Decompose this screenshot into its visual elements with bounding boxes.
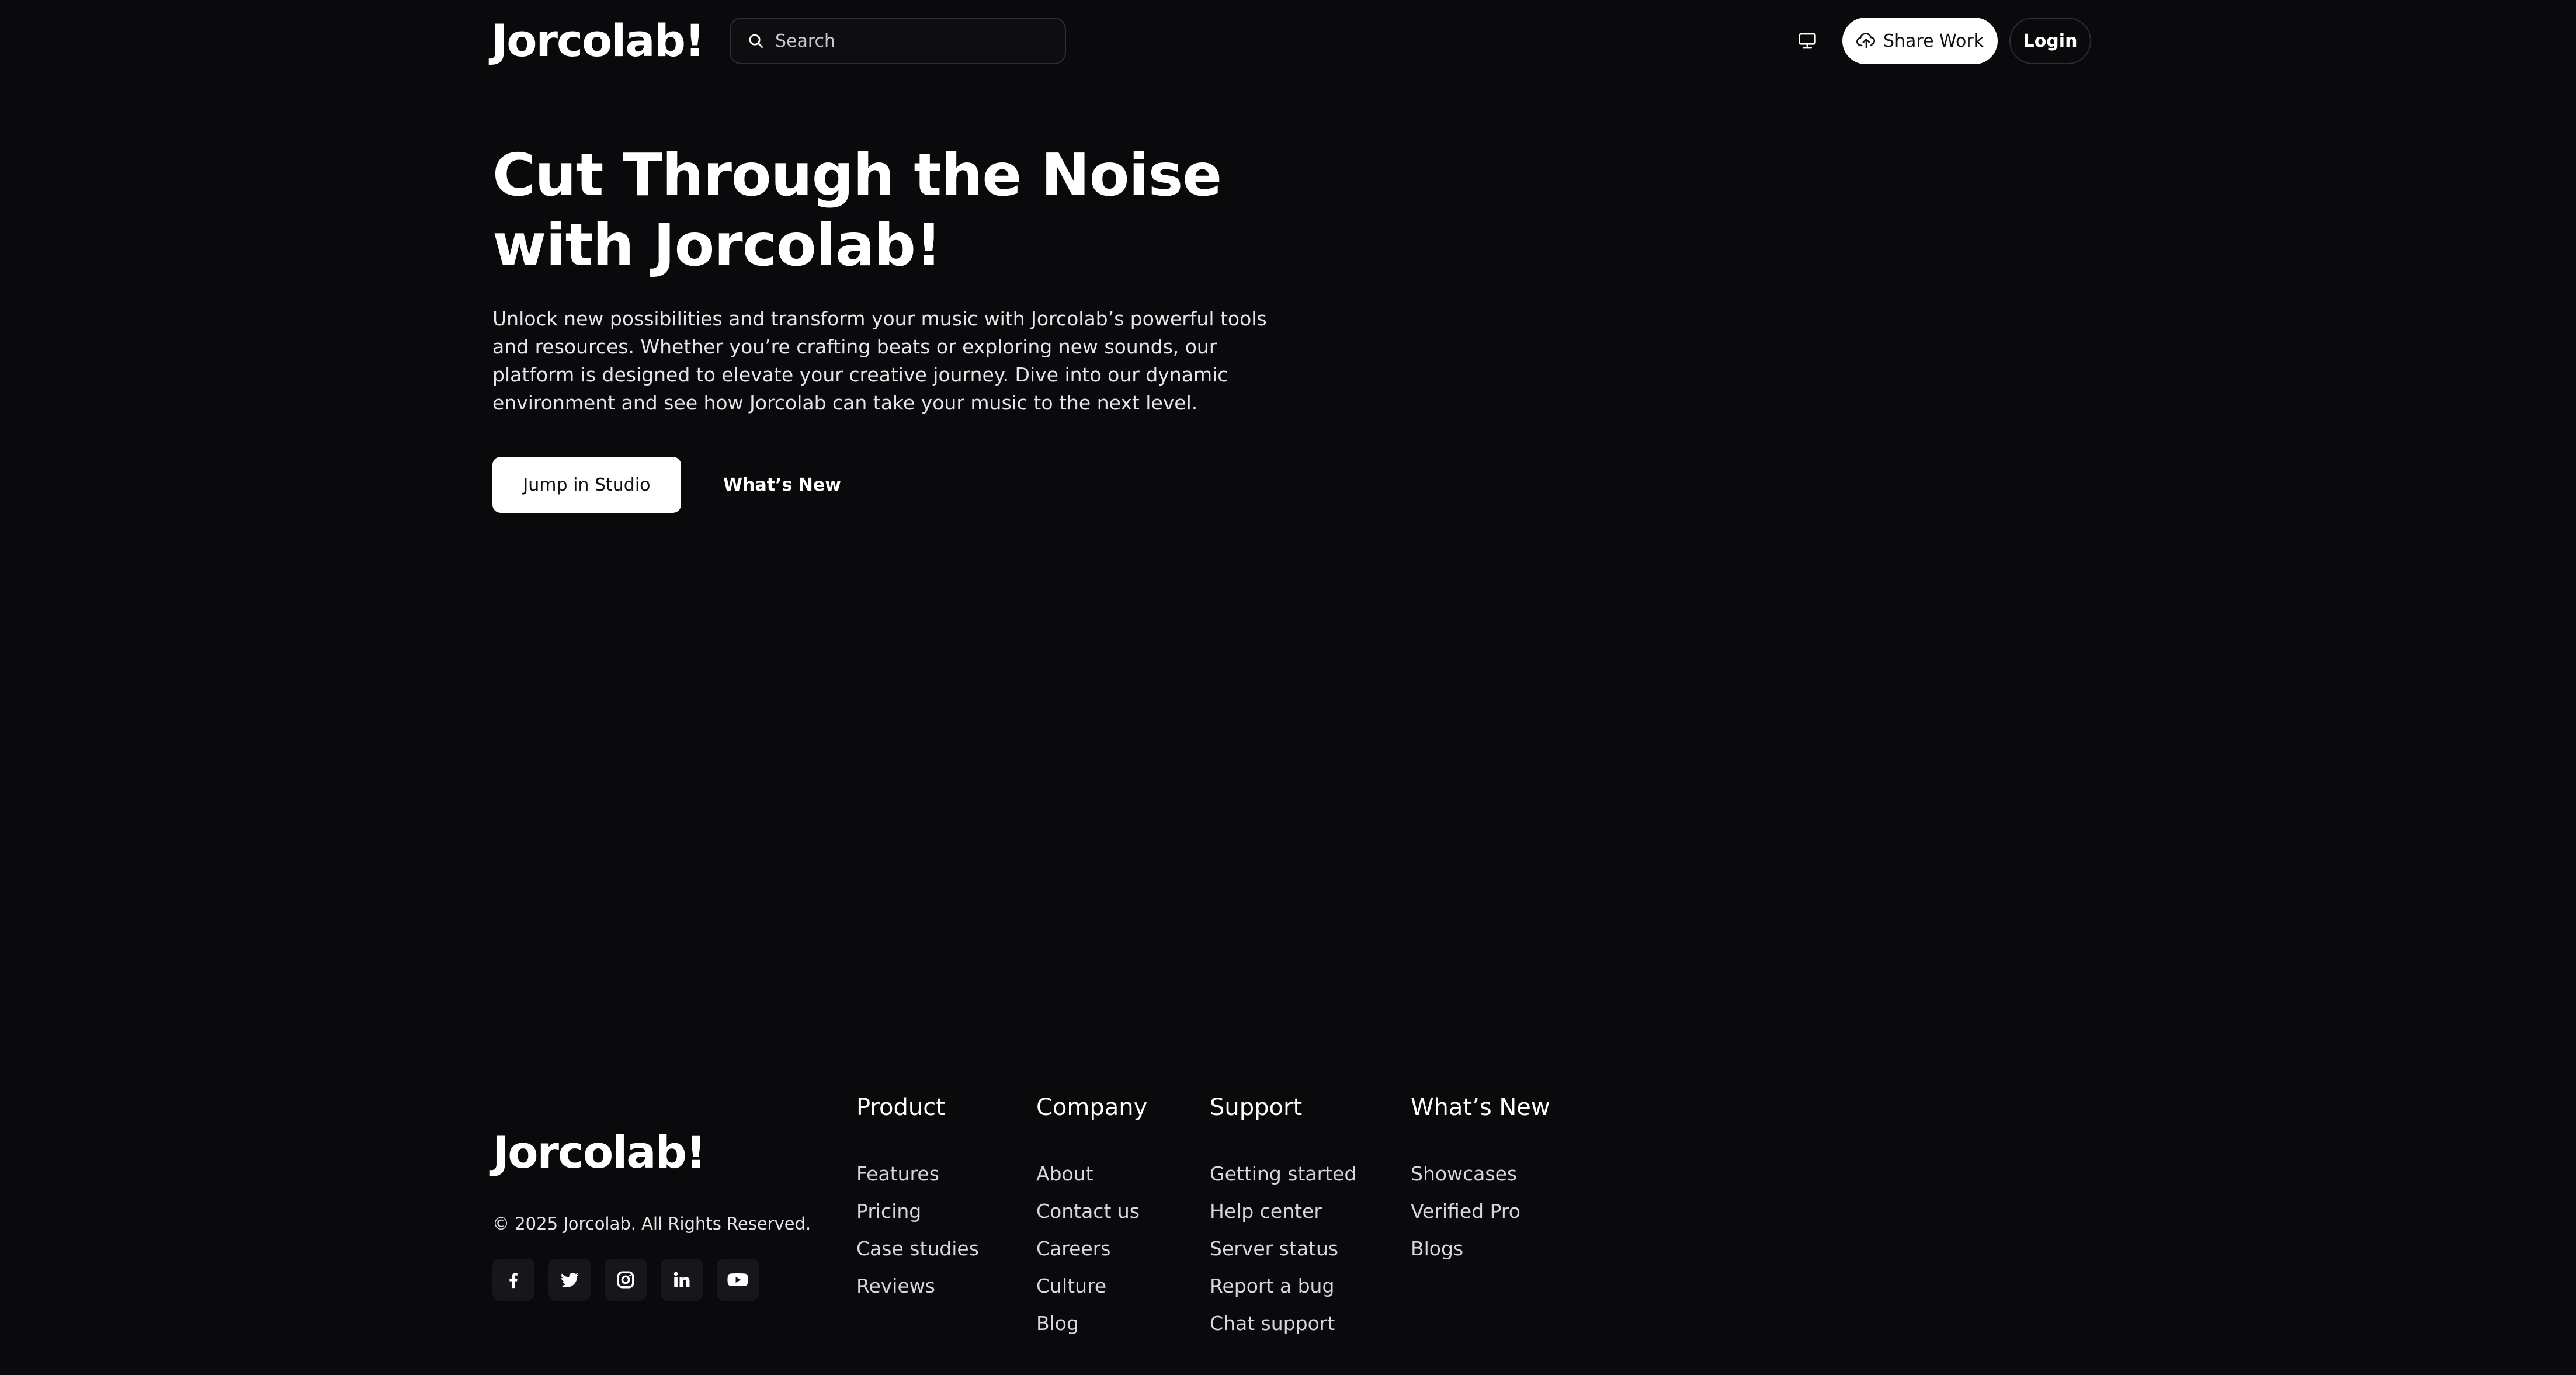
search-input[interactable] <box>775 30 1065 51</box>
monitor-icon <box>1799 33 1816 49</box>
share-work-label: Share Work <box>1883 30 1984 51</box>
cloud-upload-icon <box>1856 33 1876 49</box>
search-bar[interactable] <box>730 18 1066 64</box>
share-work-button[interactable]: Share Work <box>1842 18 1998 64</box>
footer-link[interactable]: About <box>1036 1155 1147 1193</box>
header-logo[interactable]: Jorcolab! <box>491 19 705 63</box>
instagram-icon <box>617 1271 634 1289</box>
footer-column: Support Getting started Help center Server … <box>1210 1091 1356 1342</box>
display-mode-button[interactable] <box>1794 28 1820 54</box>
login-button[interactable]: Login <box>2009 18 2091 64</box>
linkedin-link[interactable] <box>661 1259 703 1301</box>
footer-link[interactable]: Pricing <box>856 1193 979 1230</box>
youtube-icon <box>727 1273 748 1286</box>
footer-link[interactable]: Reviews <box>856 1268 979 1305</box>
footer-link[interactable]: Culture <box>1036 1268 1147 1305</box>
footer-column: Company About Contact us Careers Culture Blog <box>1036 1091 1147 1342</box>
footer-link[interactable]: Server status <box>1210 1230 1356 1268</box>
instagram-link[interactable] <box>605 1259 647 1301</box>
search-icon <box>749 34 763 48</box>
footer-link[interactable]: Report a bug <box>1210 1268 1356 1305</box>
whats-new-button[interactable]: What’s New <box>704 457 860 513</box>
twitter-icon <box>561 1272 579 1287</box>
footer-link[interactable]: Features <box>856 1155 979 1193</box>
linkedin-icon <box>673 1272 690 1287</box>
footer-link-list: Showcases Verified Pro Blogs <box>1411 1155 1550 1268</box>
footer-link-list: About Contact us Careers Culture Blog <box>1036 1155 1147 1342</box>
footer-link[interactable]: Blog <box>1036 1305 1147 1342</box>
social-links <box>492 1259 759 1301</box>
footer-link[interactable]: Getting started <box>1210 1155 1356 1193</box>
hero-title: Cut Through the Noise with Jorcolab! <box>492 140 1252 280</box>
footer-link-list: Features Pricing Case studies Reviews <box>856 1155 979 1305</box>
twitter-link[interactable] <box>548 1259 591 1301</box>
footer-logo[interactable]: Jorcolab! <box>492 1130 706 1175</box>
youtube-link[interactable] <box>717 1259 759 1301</box>
footer-column-title: Company <box>1036 1094 1148 1121</box>
footer-column: Product Features Pricing Case studies Review… <box>856 1091 979 1305</box>
facebook-icon <box>509 1273 518 1289</box>
footer-link[interactable]: Case studies <box>856 1230 979 1268</box>
hero-description: Unlock new possibilities and transform y… <box>492 307 1267 414</box>
jump-in-studio-button[interactable]: Jump in Studio <box>492 457 681 513</box>
footer-column: What’s New Showcases Verified Pro Blogs <box>1411 1091 1550 1268</box>
footer-link[interactable]: Help center <box>1210 1193 1356 1230</box>
footer-link[interactable]: Blogs <box>1411 1230 1550 1268</box>
facebook-link[interactable] <box>492 1259 534 1301</box>
footer-link[interactable]: Careers <box>1036 1230 1147 1268</box>
footer-column-title: Product <box>856 1094 945 1121</box>
footer-column-title: Support <box>1210 1094 1303 1121</box>
footer-link-list: Getting started Help center Server status R… <box>1210 1155 1356 1342</box>
hero-title-line-1: Cut Through the Noise <box>492 141 1222 209</box>
hero-title-line-2: with Jorcolab! <box>492 211 942 279</box>
footer-link[interactable]: Chat support <box>1210 1305 1356 1342</box>
copyright-text: © 2025 Jorcolab. All Rights Reserved. <box>492 1214 811 1234</box>
footer-link[interactable]: Verified Pro <box>1411 1193 1550 1230</box>
footer-link[interactable]: Showcases <box>1411 1155 1550 1193</box>
footer-column-title: What’s New <box>1411 1094 1550 1121</box>
footer-link[interactable]: Contact us <box>1036 1193 1147 1230</box>
